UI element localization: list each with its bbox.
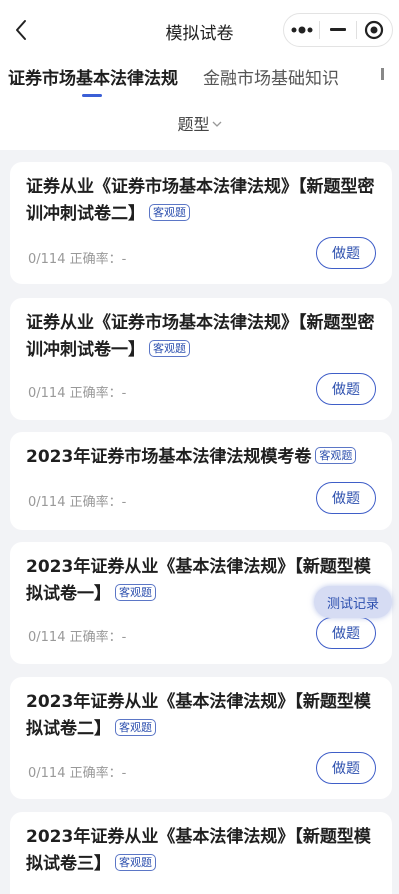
exam-title: 2023年证券从业《基本法律法规》【新题型模拟试卷三】 客观题 (26, 824, 378, 878)
chevron-down-icon (212, 113, 222, 132)
question-type-badge: 客观题 (115, 584, 156, 601)
exam-card[interactable]: 证券从业《证券市场基本法律法规》【新题型密训冲刺试卷二】 客观题 0/114 正确… (10, 162, 392, 284)
question-type-filter[interactable]: 题型 (0, 111, 399, 135)
more-dots-icon (291, 26, 313, 34)
exam-progress: 0/114 正确率：- (28, 252, 127, 267)
tab-overflow-indicator (381, 68, 384, 80)
filter-label: 题型 (177, 115, 210, 134)
question-type-badge: 客观题 (315, 447, 357, 464)
exam-progress: 0/114 正确率：- (28, 766, 127, 781)
exam-title: 2023年证券市场基本法律法规模考卷 客观题 (26, 444, 378, 471)
question-type-badge: 客观题 (115, 854, 156, 871)
do-exam-button[interactable]: 做题 (316, 752, 376, 784)
exam-card[interactable]: 2023年证券从业《基本法律法规》【新题型模拟试卷三】 客观题 (10, 812, 392, 894)
do-exam-button[interactable]: 做题 (316, 373, 376, 405)
do-exam-button[interactable]: 做题 (316, 482, 376, 514)
exam-title-text: 证券从业《证券市场基本法律法规》【新题型密训冲刺试卷一】 (26, 313, 375, 360)
test-record-button[interactable]: 测试记录 (314, 586, 392, 618)
exam-card[interactable]: 2023年证券从业《基本法律法规》【新题型模拟试卷二】 客观题 0/114 正确率… (10, 677, 392, 799)
mini-program-capsule (283, 13, 393, 47)
subject-tabs: 证券市场基本法律法规 金融市场基础知识 (0, 58, 399, 98)
minimize-button[interactable] (320, 14, 355, 46)
exam-title-text: 2023年证券市场基本法律法规模考卷 (26, 447, 312, 467)
exam-card[interactable]: 2023年证券市场基本法律法规模考卷 客观题 0/114 正确率：- 做题 (10, 432, 392, 530)
close-button[interactable] (357, 14, 392, 46)
question-type-badge: 客观题 (115, 719, 156, 736)
top-bar: 模拟试卷 证券市场基本法律法规 金融市场基础知识 题型 (0, 0, 399, 150)
tab-securities-law[interactable]: 证券市场基本法律法规 (8, 64, 178, 89)
active-tab-indicator (82, 94, 102, 97)
minus-icon (329, 28, 346, 31)
exam-card[interactable]: 证券从业《证券市场基本法律法规》【新题型密训冲刺试卷一】 客观题 0/114 正确… (10, 298, 392, 420)
navigation-bar: 模拟试卷 (0, 10, 399, 50)
exam-progress: 0/114 正确率：- (28, 495, 127, 510)
exam-title: 证券从业《证券市场基本法律法规》【新题型密训冲刺试卷一】 客观题 (26, 310, 378, 364)
question-type-badge: 客观题 (149, 204, 190, 221)
target-icon (365, 20, 384, 40)
do-exam-button[interactable]: 做题 (316, 237, 376, 269)
question-type-badge: 客观题 (149, 340, 190, 357)
tab-financial-market[interactable]: 金融市场基础知识 (203, 64, 339, 89)
exam-title-text: 2023年证券从业《基本法律法规》【新题型模拟试卷二】 (26, 692, 371, 739)
exam-title-text: 证券从业《证券市场基本法律法规》【新题型密训冲刺试卷二】 (26, 177, 375, 224)
exam-progress: 0/114 正确率：- (28, 386, 127, 401)
exam-title: 证券从业《证券市场基本法律法规》【新题型密训冲刺试卷二】 客观题 (26, 174, 378, 228)
exam-progress: 0/114 正确率：- (28, 630, 127, 645)
do-exam-button[interactable]: 做题 (316, 617, 376, 649)
exam-title-text: 2023年证券从业《基本法律法规》【新题型模拟试卷三】 (26, 827, 371, 874)
exam-title: 2023年证券从业《基本法律法规》【新题型模拟试卷二】 客观题 (26, 689, 378, 743)
more-button[interactable] (284, 14, 319, 46)
